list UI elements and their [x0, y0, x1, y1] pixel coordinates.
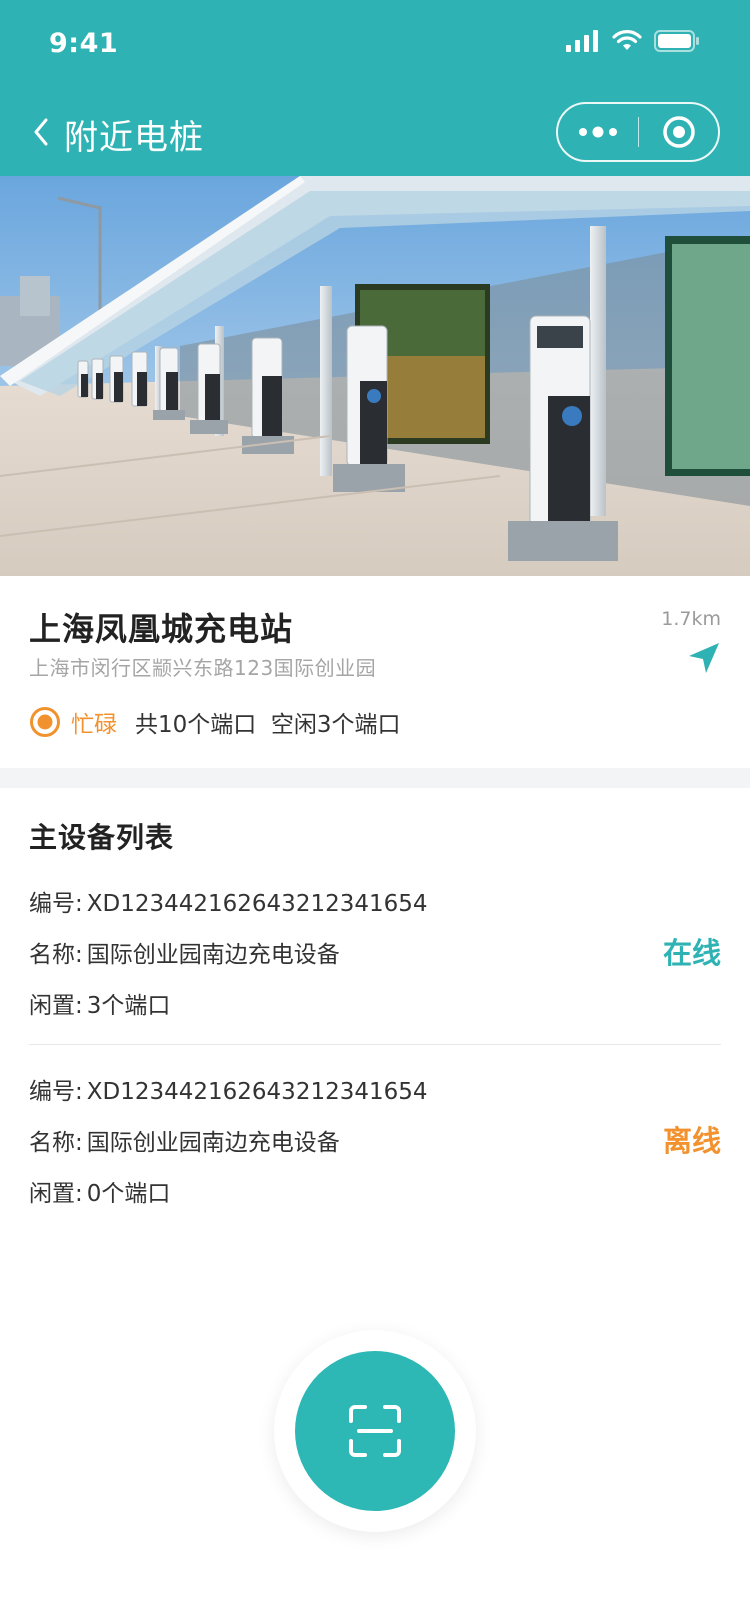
close-mini-program-button[interactable]: [639, 104, 718, 160]
device-name-label: 名称:: [29, 1130, 83, 1156]
device-idle-row: 闲置: 0个端口: [29, 1174, 170, 1208]
device-name-row: 名称: 国际创业园南边充电设备: [29, 1123, 340, 1157]
battery-icon: [654, 30, 699, 52]
station-photo: [0, 176, 750, 576]
station-status-row: 忙碌 共10个端口 空闲3个端口: [29, 702, 401, 742]
device-name-row: 名称: 国际创业园南边充电设备: [29, 935, 340, 969]
more-dots-icon: [579, 126, 617, 138]
page: 9:41 附近电桩 上海凤凰城充电站 上海市闵行区颛兴东路123国际创业园 1.…: [0, 0, 750, 1624]
section-title: 主设备列表: [29, 821, 175, 854]
device-id-row: 编号: XD123442162643212341654: [29, 1072, 428, 1106]
device-id: XD123442162643212341654: [86, 891, 428, 917]
status-icons: [566, 30, 700, 52]
scan-button[interactable]: [295, 1351, 455, 1511]
top-bar: 9:41 附近电桩: [0, 0, 750, 176]
charging-station-illustration: [0, 176, 750, 576]
target-circle-icon: [662, 116, 695, 148]
station-status: 忙碌: [71, 712, 117, 738]
navigation-arrow-icon[interactable]: [686, 640, 722, 676]
device-item[interactable]: 编号: XD123442162643212341654 名称: 国际创业园南边充电设…: [29, 884, 721, 1052]
device-idle-row: 闲置: 3个端口: [29, 986, 170, 1020]
station-name: 上海凤凰城充电站: [29, 610, 294, 648]
wifi-icon: [612, 30, 642, 50]
mini-program-capsule: [556, 102, 720, 162]
device-idle-label: 闲置:: [29, 1181, 83, 1207]
station-address: 上海市闵行区颛兴东路123国际创业园: [29, 656, 377, 680]
device-idle-label: 闲置:: [29, 993, 83, 1019]
device-id-row: 编号: XD123442162643212341654: [29, 884, 428, 918]
device-name: 国际创业园南边充电设备: [86, 1130, 340, 1156]
status-time: 9:41: [49, 28, 119, 59]
device-id-label: 编号:: [29, 891, 83, 917]
device-idle-ports: 0个端口: [86, 1181, 171, 1207]
station-distance: 1.7km: [661, 608, 721, 630]
device-separator: [29, 1044, 721, 1045]
section-divider: [0, 768, 750, 788]
device-offline-status: 离线: [662, 1124, 721, 1158]
device-online-status: 在线: [662, 936, 721, 970]
ports-summary: 共10个端口 空闲3个端口: [135, 712, 401, 738]
device-id: XD123442162643212341654: [86, 1079, 428, 1105]
station-card[interactable]: 上海凤凰城充电站 上海市闵行区颛兴东路123国际创业园 1.7km 忙碌 共10…: [0, 576, 750, 768]
device-name-label: 名称:: [29, 942, 83, 968]
more-button[interactable]: [558, 104, 638, 160]
scan-icon: [349, 1405, 401, 1457]
page-title: 附近电桩: [64, 118, 204, 158]
chevron-left-icon[interactable]: [28, 116, 54, 148]
busy-status-icon: [30, 707, 60, 737]
device-idle-ports: 3个端口: [86, 993, 171, 1019]
device-item[interactable]: 编号: XD123442162643212341654 名称: 国际创业园南边充电设…: [29, 1072, 721, 1212]
device-name: 国际创业园南边充电设备: [86, 942, 340, 968]
device-id-label: 编号:: [29, 1079, 83, 1105]
signal-icon: [566, 30, 598, 52]
